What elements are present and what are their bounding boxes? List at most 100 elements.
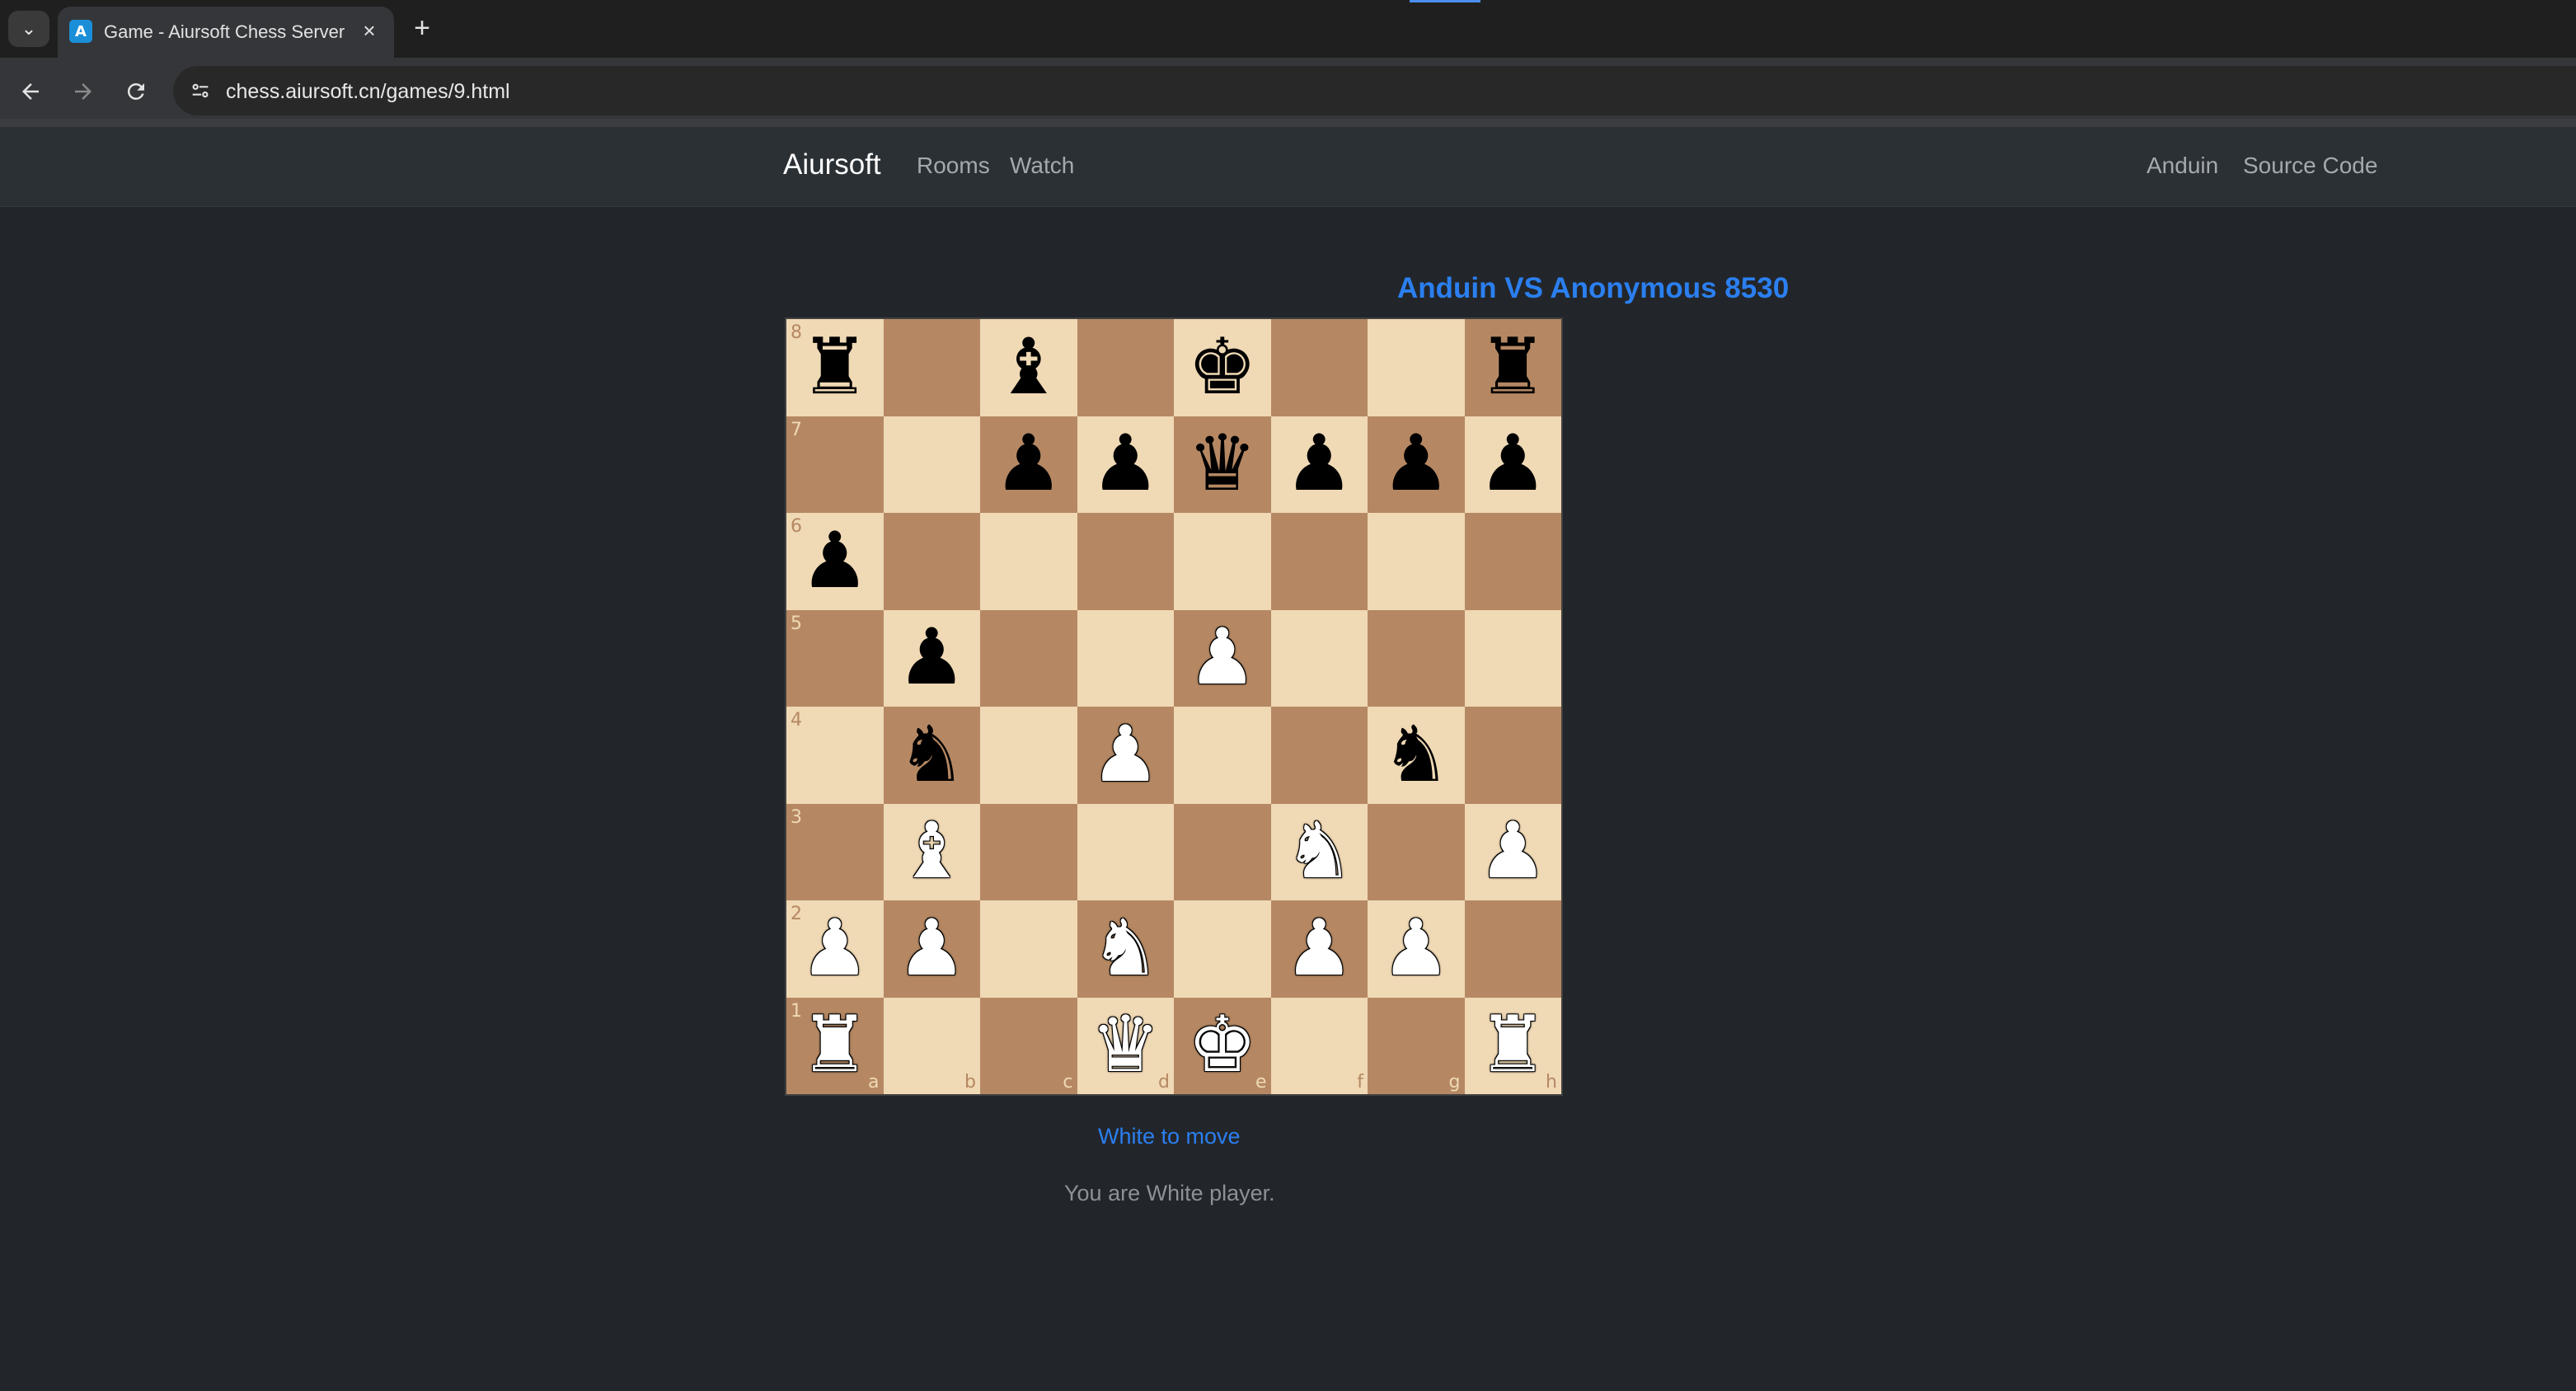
square-b4[interactable]: ♞ <box>883 707 980 804</box>
black-knight-icon[interactable]: ♞ <box>897 716 966 794</box>
square-g3[interactable] <box>1368 803 1465 900</box>
square-b2[interactable]: ♟ <box>883 900 980 998</box>
square-d4[interactable]: ♟ <box>1077 707 1174 804</box>
square-h3[interactable]: ♟ <box>1464 803 1561 900</box>
square-h8[interactable]: ♜ <box>1464 319 1561 416</box>
white-knight-icon[interactable]: ♞ <box>1284 813 1354 891</box>
white-pawn-icon[interactable]: ♟ <box>1382 909 1451 988</box>
address-bar[interactable]: chess.aiursoft.cn/games/9.html <box>173 66 2576 115</box>
white-bishop-icon[interactable]: ♝ <box>897 813 966 891</box>
square-a3[interactable]: 3 <box>786 803 884 900</box>
square-b8[interactable] <box>883 319 980 416</box>
square-h7[interactable]: ♟ <box>1464 416 1561 513</box>
browser-tab-active[interactable]: A Game - Aiursoft Chess Server × <box>58 7 394 58</box>
square-h2[interactable] <box>1464 900 1561 998</box>
square-b3[interactable]: ♝ <box>883 803 980 900</box>
square-d7[interactable]: ♟ <box>1077 416 1174 513</box>
black-bishop-icon[interactable]: ♝ <box>994 328 1063 406</box>
black-knight-icon[interactable]: ♞ <box>1382 716 1451 794</box>
square-d2[interactable]: ♞ <box>1077 900 1174 998</box>
square-d8[interactable] <box>1077 319 1174 416</box>
black-rook-icon[interactable]: ♜ <box>800 328 870 406</box>
black-pawn-icon[interactable]: ♟ <box>1382 425 1451 503</box>
square-b1[interactable]: b <box>883 997 980 1094</box>
square-g7[interactable]: ♟ <box>1368 416 1465 513</box>
square-e6[interactable] <box>1174 513 1271 610</box>
square-b5[interactable]: ♟ <box>883 609 980 707</box>
square-h6[interactable] <box>1464 513 1561 610</box>
square-d5[interactable] <box>1077 609 1174 707</box>
square-g8[interactable] <box>1368 319 1465 416</box>
square-d3[interactable] <box>1077 803 1174 900</box>
square-g5[interactable] <box>1368 609 1465 707</box>
nav-link-user[interactable]: Anduin <box>2147 153 2218 179</box>
square-b6[interactable] <box>883 513 980 610</box>
square-c3[interactable] <box>980 803 1077 900</box>
forward-arrow-icon[interactable] <box>66 74 101 109</box>
nav-link-watch[interactable]: Watch <box>1010 153 1074 179</box>
square-f1[interactable]: f <box>1270 997 1368 1094</box>
square-c5[interactable] <box>980 609 1077 707</box>
square-f5[interactable] <box>1270 609 1368 707</box>
square-f8[interactable] <box>1270 319 1368 416</box>
square-c2[interactable] <box>980 900 1077 998</box>
square-a4[interactable]: 4 <box>786 707 884 804</box>
square-e7[interactable]: ♛ <box>1174 416 1271 513</box>
square-f7[interactable]: ♟ <box>1270 416 1368 513</box>
white-pawn-icon[interactable]: ♟ <box>1478 813 1547 891</box>
tab-close-icon[interactable]: × <box>356 17 382 44</box>
square-f6[interactable] <box>1270 513 1368 610</box>
white-queen-icon[interactable]: ♛ <box>1091 1007 1160 1084</box>
white-pawn-icon[interactable]: ♟ <box>1188 619 1257 697</box>
black-pawn-icon[interactable]: ♟ <box>1091 425 1160 503</box>
square-c4[interactable] <box>980 707 1077 804</box>
chess-board[interactable]: 8 ♜ ♝ ♚ ♜ 7 ♟ ♟ ♛ ♟ ♟ ♟ 6 ♟ 5 ♟ ♟ 4 ♞ ♟ ♞ 3 ♝ ♞ ♟ 2 ♟ ♟ ♞ ♟ ♟ 1 a ♜ b c d ♛ e ♚… <box>785 317 1563 1096</box>
square-a1[interactable]: 1 a ♜ <box>786 997 884 1094</box>
square-e4[interactable] <box>1174 707 1271 804</box>
brand-logo[interactable]: Aiursoft <box>783 148 881 181</box>
square-g2[interactable]: ♟ <box>1368 900 1465 998</box>
square-h5[interactable] <box>1464 609 1561 707</box>
square-c8[interactable]: ♝ <box>980 319 1077 416</box>
square-e8[interactable]: ♚ <box>1174 319 1271 416</box>
square-c6[interactable] <box>980 513 1077 610</box>
white-pawn-icon[interactable]: ♟ <box>1091 716 1160 794</box>
square-g6[interactable] <box>1368 513 1465 610</box>
black-pawn-icon[interactable]: ♟ <box>994 425 1063 503</box>
back-arrow-icon[interactable] <box>13 74 48 109</box>
site-info-icon[interactable] <box>186 77 214 105</box>
url-text[interactable]: chess.aiursoft.cn/games/9.html <box>226 80 510 104</box>
square-h4[interactable] <box>1464 707 1561 804</box>
tab-search-icon[interactable]: ⌄ <box>8 11 49 47</box>
square-b7[interactable] <box>883 416 980 513</box>
nav-link-rooms[interactable]: Rooms <box>917 153 990 179</box>
white-king-icon[interactable]: ♚ <box>1188 1007 1257 1084</box>
black-pawn-icon[interactable]: ♟ <box>1478 425 1547 503</box>
square-e5[interactable]: ♟ <box>1174 609 1271 707</box>
square-f4[interactable] <box>1270 707 1368 804</box>
nav-link-source-code[interactable]: Source Code <box>2243 153 2377 179</box>
black-king-icon[interactable]: ♚ <box>1188 328 1257 406</box>
square-c7[interactable]: ♟ <box>980 416 1077 513</box>
square-d6[interactable] <box>1077 513 1174 610</box>
square-h1[interactable]: h ♜ <box>1464 997 1561 1094</box>
square-g1[interactable]: g <box>1368 997 1465 1094</box>
square-a5[interactable]: 5 <box>786 609 884 707</box>
square-a2[interactable]: 2 ♟ <box>786 900 884 998</box>
white-pawn-icon[interactable]: ♟ <box>800 909 870 988</box>
white-pawn-icon[interactable]: ♟ <box>897 909 966 988</box>
square-a6[interactable]: 6 ♟ <box>786 513 884 610</box>
black-pawn-icon[interactable]: ♟ <box>897 619 966 697</box>
square-d1[interactable]: d ♛ <box>1077 997 1174 1094</box>
white-rook-icon[interactable]: ♜ <box>1478 1007 1547 1084</box>
square-a8[interactable]: 8 ♜ <box>786 319 884 416</box>
square-e1[interactable]: e ♚ <box>1174 997 1271 1094</box>
black-rook-icon[interactable]: ♜ <box>1478 328 1547 406</box>
square-e3[interactable] <box>1174 803 1271 900</box>
white-rook-icon[interactable]: ♜ <box>800 1007 870 1084</box>
reload-icon[interactable] <box>119 74 153 109</box>
square-e2[interactable] <box>1174 900 1271 998</box>
square-g4[interactable]: ♞ <box>1368 707 1465 804</box>
new-tab-button[interactable]: + <box>406 12 439 45</box>
black-pawn-icon[interactable]: ♟ <box>800 522 870 600</box>
